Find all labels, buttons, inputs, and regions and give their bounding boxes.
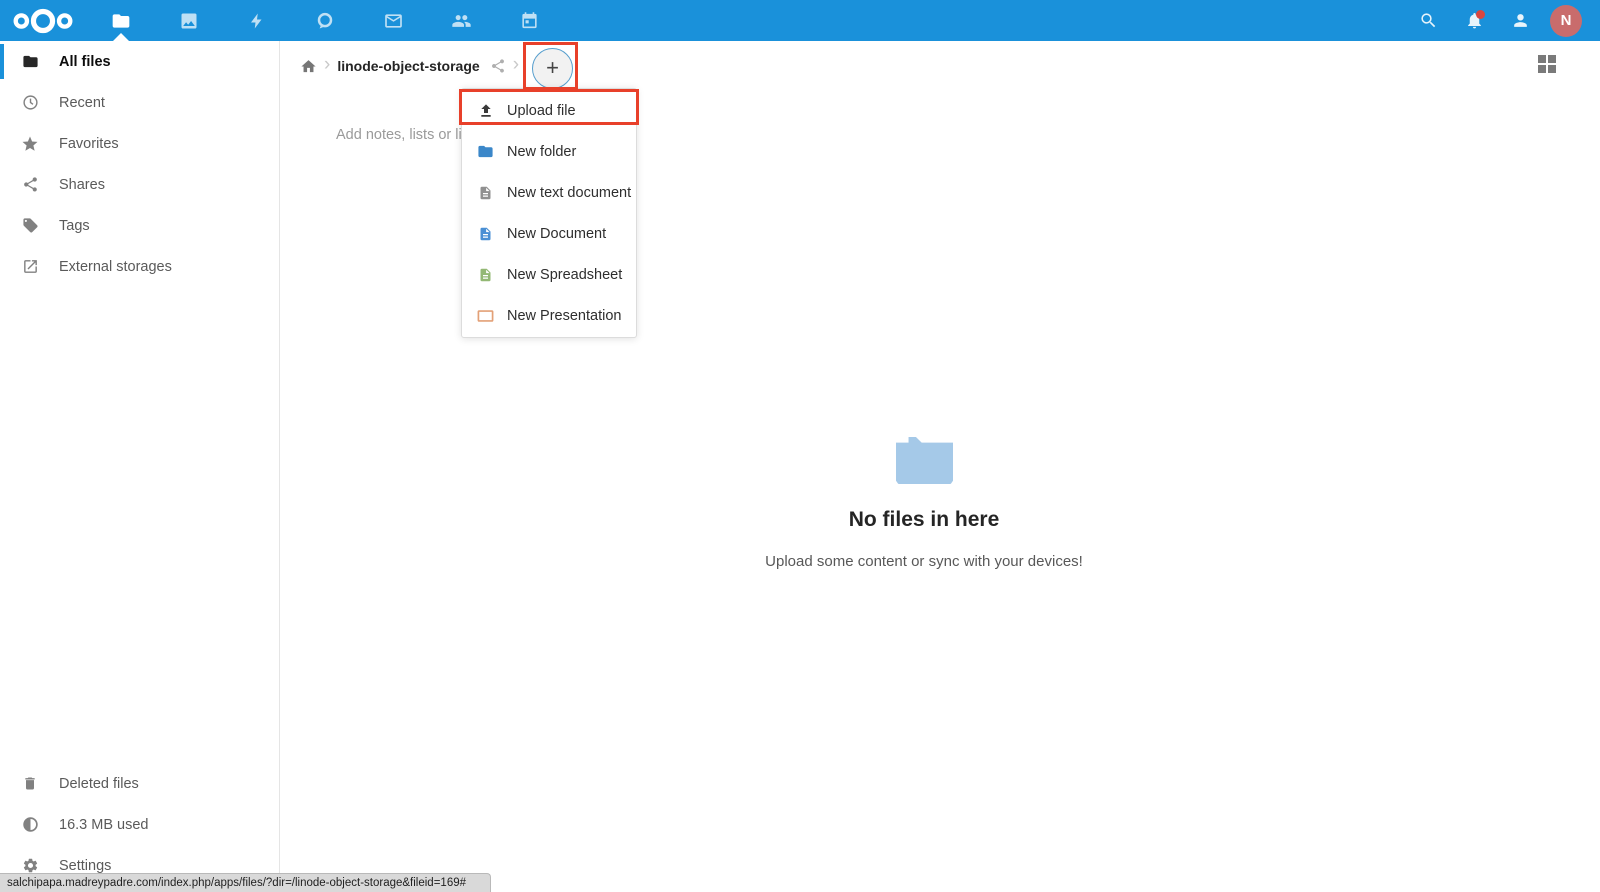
sidebar-item-recent[interactable]: Recent — [0, 82, 279, 123]
folder-icon — [21, 53, 39, 71]
empty-state-subtitle: Upload some content or sync with your de… — [624, 553, 1224, 570]
user-avatar[interactable]: N — [1550, 5, 1582, 37]
menu-item-label: New text document — [507, 185, 631, 201]
menu-item-label: New folder — [507, 144, 576, 160]
contacts-icon — [451, 11, 472, 31]
trash-icon — [21, 775, 39, 793]
app-files[interactable] — [96, 0, 146, 41]
share-icon — [21, 176, 39, 194]
empty-state-title: No files in here — [624, 508, 1224, 532]
text-document-icon — [477, 184, 494, 201]
grid-view-toggle[interactable] — [1538, 55, 1556, 73]
sidebar-item-label: External storages — [59, 259, 172, 275]
menu-item-label: New Spreadsheet — [507, 267, 622, 283]
chevron-right-icon: › — [324, 54, 330, 79]
status-url: salchipapa.madreypadre.com/index.php/app… — [7, 877, 466, 889]
menu-item-new-presentation[interactable]: New Presentation — [462, 295, 636, 336]
sidebar-item-label: Shares — [59, 177, 105, 193]
document-icon — [477, 225, 494, 242]
menu-item-new-spreadsheet[interactable]: New Spreadsheet — [462, 254, 636, 295]
sidebar-item-label: Settings — [59, 858, 111, 874]
app-navigation — [96, 0, 554, 41]
notifications-button[interactable] — [1458, 5, 1490, 37]
share-icon[interactable] — [490, 58, 506, 74]
menu-item-new-document[interactable]: New Document — [462, 213, 636, 254]
calendar-icon — [520, 11, 539, 31]
empty-state: No files in here Upload some content or … — [624, 437, 1224, 570]
sidebar-item-label: Tags — [59, 218, 90, 234]
home-icon[interactable] — [300, 58, 317, 75]
sidebar-item-label: Recent — [59, 95, 105, 111]
sidebar-item-shares[interactable]: Shares — [0, 164, 279, 205]
external-link-icon — [21, 258, 39, 276]
breadcrumb: › linode-object-storage › + — [281, 41, 1600, 91]
notification-dot — [1476, 10, 1485, 19]
menu-item-label: New Presentation — [507, 308, 621, 324]
sidebar-item-quota[interactable]: 16.3 MB used — [0, 804, 279, 845]
menu-item-label: New Document — [507, 226, 606, 242]
breadcrumb-folder[interactable]: linode-object-storage — [337, 58, 479, 74]
talk-icon — [315, 11, 335, 31]
sidebar-item-favorites[interactable]: Favorites — [0, 123, 279, 164]
sidebar-item-deleted-files[interactable]: Deleted files — [0, 763, 279, 804]
menu-item-new-folder[interactable]: New folder — [462, 131, 636, 172]
sidebar-item-all-files[interactable]: All files — [0, 41, 279, 82]
search-icon — [1419, 11, 1438, 30]
app-mail[interactable] — [368, 0, 418, 41]
photos-icon — [179, 11, 199, 31]
files-icon — [111, 11, 131, 31]
empty-folder-icon — [896, 437, 953, 484]
tag-icon — [21, 217, 39, 235]
sidebar-item-tags[interactable]: Tags — [0, 205, 279, 246]
top-bar-right: N — [1412, 5, 1600, 37]
app-calendar[interactable] — [504, 0, 554, 41]
menu-item-upload-file[interactable]: Upload file — [462, 90, 636, 131]
workspace-notes-placeholder[interactable]: Add notes, lists or lin — [336, 127, 470, 143]
new-file-menu: Upload file New folder New text document… — [461, 88, 637, 338]
gear-icon — [21, 857, 39, 875]
contacts-menu-icon — [1511, 11, 1530, 30]
sidebar-item-label: 16.3 MB used — [59, 817, 148, 833]
new-file-button[interactable]: + — [532, 48, 573, 89]
sidebar-item-label: All files — [59, 54, 111, 70]
upload-icon — [477, 102, 494, 119]
folder-blue-icon — [477, 143, 494, 160]
nextcloud-logo[interactable] — [8, 6, 78, 36]
search-button[interactable] — [1412, 5, 1444, 37]
app-activity[interactable] — [232, 0, 282, 41]
star-icon — [21, 135, 39, 153]
sidebar-item-label: Deleted files — [59, 776, 139, 792]
spreadsheet-icon — [477, 266, 494, 283]
sidebar-item-external-storages[interactable]: External storages — [0, 246, 279, 287]
app-talk[interactable] — [300, 0, 350, 41]
activity-icon — [248, 11, 266, 31]
contacts-menu-button[interactable] — [1504, 5, 1536, 37]
menu-item-label: Upload file — [507, 103, 576, 119]
menu-item-new-text-document[interactable]: New text document — [462, 172, 636, 213]
app-contacts[interactable] — [436, 0, 486, 41]
mail-icon — [383, 11, 404, 31]
quota-pie-icon — [21, 816, 39, 834]
presentation-icon — [477, 307, 494, 324]
sidebar-item-label: Favorites — [59, 136, 119, 152]
link-status-bar: salchipapa.madreypadre.com/index.php/app… — [0, 873, 491, 892]
clock-icon — [21, 94, 39, 112]
top-bar: N — [0, 0, 1600, 41]
chevron-right-icon: › — [513, 54, 519, 79]
files-sidebar: All files Recent Favorites Shares Tags E… — [0, 41, 280, 892]
sidebar-bottom: Deleted files 16.3 MB used Settings — [0, 763, 279, 886]
grid-icon — [1538, 55, 1546, 63]
app-photos[interactable] — [164, 0, 214, 41]
